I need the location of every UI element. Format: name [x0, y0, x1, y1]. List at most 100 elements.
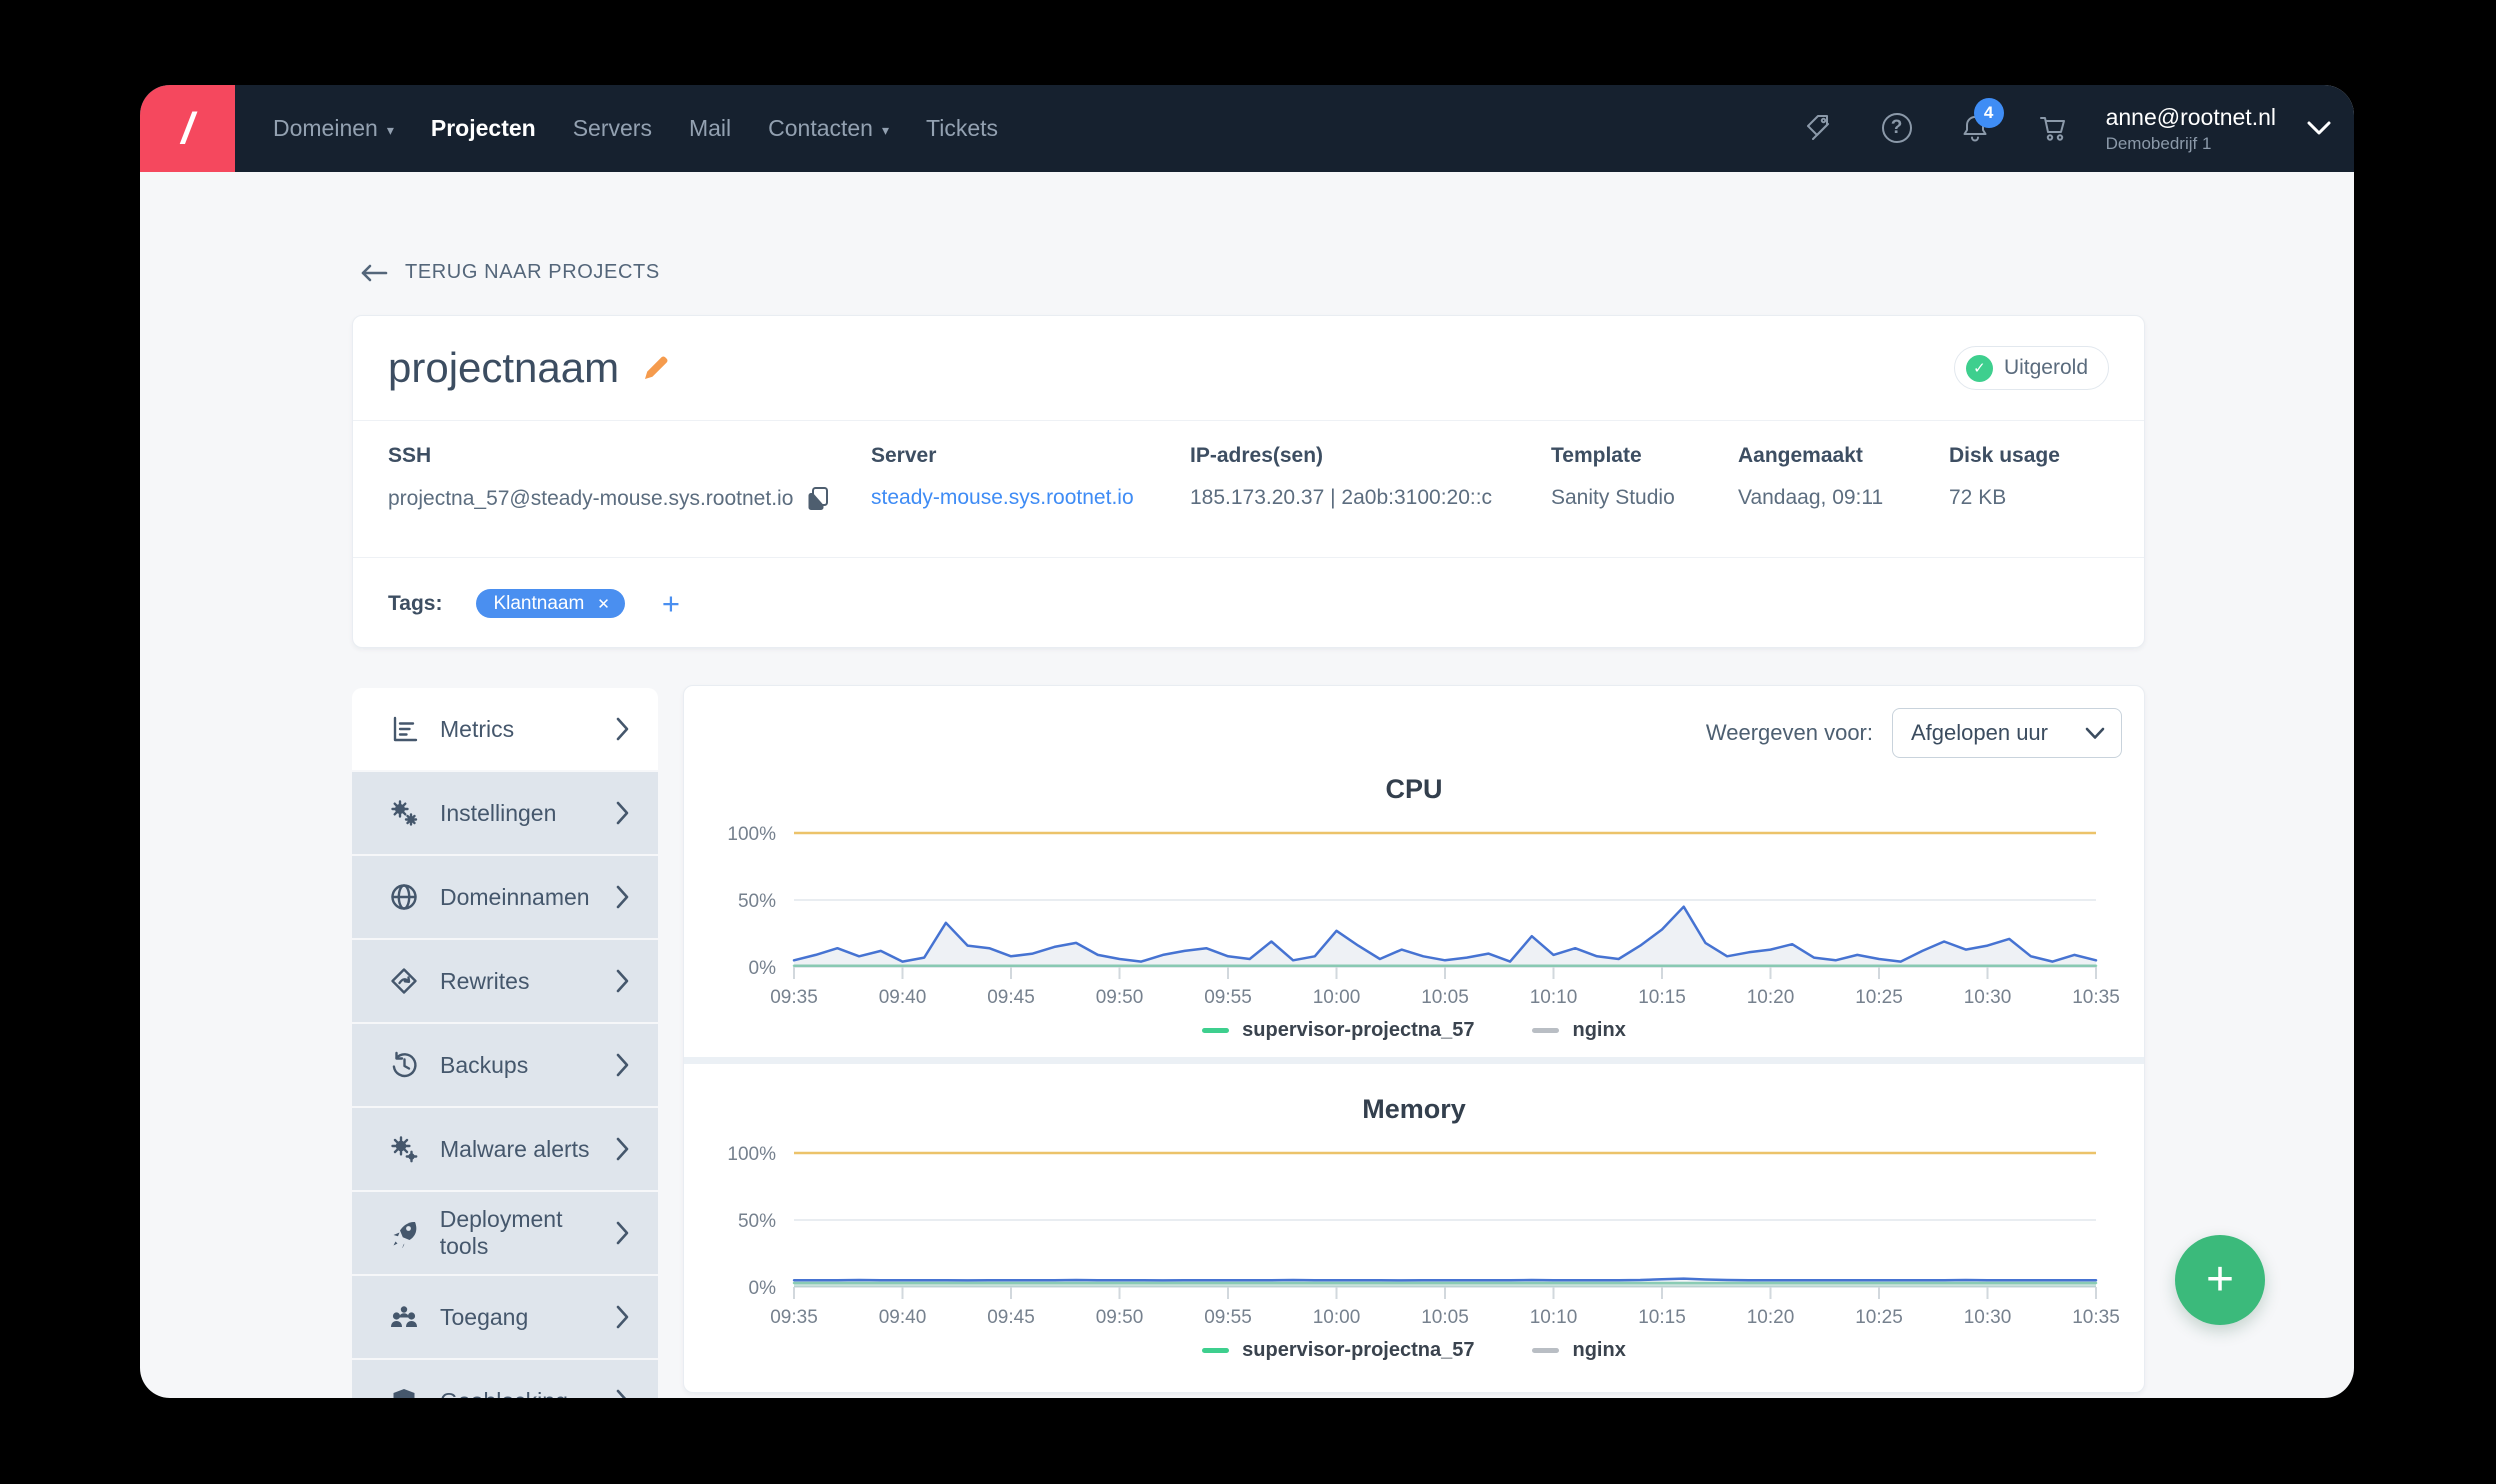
cpu-chart-title: CPU — [1385, 774, 1443, 804]
help-icon[interactable]: ? — [1880, 111, 1914, 145]
sidebar-item-deployment-tools[interactable]: Deployment tools — [352, 1192, 658, 1274]
nav-item-servers[interactable]: Servers — [573, 115, 652, 142]
shield-icon — [388, 1385, 420, 1398]
svg-text:09:40: 09:40 — [879, 987, 927, 1008]
svg-text:10:25: 10:25 — [1855, 987, 1903, 1008]
svg-text:50%: 50% — [738, 1211, 776, 1232]
copy-icon[interactable] — [806, 486, 830, 512]
sidebar-item-backups[interactable]: Backups — [352, 1024, 658, 1106]
svg-text:10:10: 10:10 — [1530, 987, 1578, 1008]
tag-chip[interactable]: Klantnaam ✕ — [476, 589, 625, 618]
svg-text:09:45: 09:45 — [987, 987, 1035, 1008]
info-col-disk: Disk usage 72 KB — [1949, 444, 2109, 557]
svg-text:09:45: 09:45 — [987, 1307, 1035, 1328]
memory-chart-legend: supervisor-projectna_57 nginx — [684, 1335, 2144, 1365]
project-title-row: projectnaam ✓ Uitgerold — [353, 316, 2144, 421]
back-link[interactable]: TERUG NAAR PROJECTS — [360, 261, 660, 284]
chevron-right-icon — [616, 969, 630, 993]
arrow-left-icon — [361, 264, 388, 281]
main-menu: Domeinen ▾ Projecten Servers Mail Contac… — [273, 115, 998, 142]
nav-item-contacten[interactable]: Contacten ▾ — [768, 115, 889, 142]
svg-text:10:05: 10:05 — [1421, 1307, 1469, 1328]
svg-text:10:05: 10:05 — [1421, 987, 1469, 1008]
sidebar-item-instellingen[interactable]: Instellingen — [352, 772, 658, 854]
cpu-chart-section: CPU 100% 50% 0% 09:35 09:40 09:45 09:50 09:55 10… — [684, 774, 2144, 1064]
svg-text:10:20: 10:20 — [1747, 1307, 1795, 1328]
nav-item-domeinen[interactable]: Domeinen ▾ — [273, 115, 394, 142]
chevron-right-icon — [616, 1053, 630, 1077]
cpu-chart-legend: supervisor-projectna_57 nginx — [684, 1015, 2144, 1045]
rocket-icon — [388, 1217, 420, 1249]
chevron-right-icon — [616, 717, 630, 741]
svg-text:10:00: 10:00 — [1313, 1307, 1361, 1328]
back-link-label: TERUG NAAR PROJECTS — [405, 261, 660, 283]
account-email: anne@rootnet.nl — [2105, 103, 2276, 130]
app-window: / Domeinen ▾ Projecten Servers Mail Cont… — [140, 85, 2354, 1398]
cpu-chart-canvas: 100% 50% 0% 09:35 09:40 09:45 09:50 09:55 10:00 1… — [727, 824, 2119, 1008]
svg-text:100%: 100% — [727, 1144, 776, 1165]
legend-item: nginx — [1532, 1019, 1626, 1042]
memory-chart-title: Memory — [1362, 1094, 1466, 1124]
sidebar-item-rewrites[interactable]: Rewrites — [352, 940, 658, 1022]
chevron-right-icon — [616, 1305, 630, 1329]
nav-item-tickets[interactable]: Tickets — [926, 115, 998, 142]
sidebar-item-toegang[interactable]: Toegang — [352, 1276, 658, 1358]
tag-label: Klantnaam — [493, 592, 585, 614]
timerange-select[interactable]: Afgelopen uur — [1892, 708, 2122, 758]
svg-text:09:50: 09:50 — [1096, 987, 1144, 1008]
disk-usage-value: 72 KB — [1949, 486, 2007, 509]
ssh-value: projectna_57@steady-mouse.sys.rootnet.io — [388, 487, 794, 510]
tags-label: Tags: — [388, 591, 443, 615]
malware-icon — [388, 1133, 420, 1165]
svg-text:10:00: 10:00 — [1313, 987, 1361, 1008]
svg-text:10:30: 10:30 — [1964, 987, 2012, 1008]
metrics-chart-icon — [388, 713, 420, 745]
globe-icon — [388, 881, 420, 913]
svg-text:09:40: 09:40 — [879, 1307, 927, 1328]
sidebar-item-malware-alerts[interactable]: Malware alerts — [352, 1108, 658, 1190]
account-company: Demobedrijf 1 — [2105, 133, 2212, 153]
status-badge: ✓ Uitgerold — [1953, 346, 2109, 390]
tags-icon[interactable] — [1802, 111, 1836, 145]
cart-icon[interactable] — [2036, 111, 2070, 145]
chevron-right-icon — [616, 1389, 630, 1398]
caret-down-icon: ▾ — [881, 121, 890, 138]
sidebar-item-geoblocking[interactable]: Geoblocking — [352, 1360, 658, 1398]
edit-icon[interactable] — [641, 353, 671, 383]
svg-text:10:15: 10:15 — [1638, 1307, 1686, 1328]
legend-dash — [1532, 1347, 1560, 1353]
add-tag-button[interactable]: + — [662, 588, 680, 619]
nav-item-projecten[interactable]: Projecten — [431, 115, 536, 142]
memory-chart-section: Memory 100% 50% 0% 09:35 09:40 09:45 09:50 09:5… — [684, 1094, 2144, 1365]
chevron-right-icon — [616, 1221, 630, 1245]
legend-dash — [1532, 1027, 1560, 1033]
server-link[interactable]: steady-mouse.sys.rootnet.io — [871, 486, 1190, 510]
svg-text:50%: 50% — [738, 891, 776, 912]
info-col-server: Server steady-mouse.sys.rootnet.io — [871, 444, 1190, 557]
timerange-value: Afgelopen uur — [1911, 720, 2048, 745]
top-nav: / Domeinen ▾ Projecten Servers Mail Cont… — [140, 85, 2354, 172]
legend-dash — [1202, 1347, 1230, 1353]
info-col-ssh: SSH projectna_57@steady-mouse.sys.rootne… — [388, 444, 871, 557]
sidebar-item-domeinnamen[interactable]: Domeinnamen — [352, 856, 658, 938]
legend-item: supervisor-projectna_57 — [1202, 1339, 1474, 1362]
add-project-button[interactable]: + — [2175, 1235, 2265, 1325]
info-col-created: Aangemaakt Vandaag, 09:11 — [1738, 444, 1949, 557]
nav-icons: ? 4 — [1802, 98, 2070, 145]
nav-item-mail[interactable]: Mail — [689, 115, 731, 142]
remove-tag-icon[interactable]: ✕ — [597, 595, 610, 613]
account-chevron-down-icon[interactable] — [2306, 120, 2332, 136]
info-col-template: Template Sanity Studio — [1551, 444, 1738, 557]
chevron-right-icon — [616, 1137, 630, 1161]
screen-background: / Domeinen ▾ Projecten Servers Mail Cont… — [0, 0, 2496, 1484]
history-restore-icon — [388, 1049, 420, 1081]
svg-text:10:20: 10:20 — [1747, 987, 1795, 1008]
sidebar-item-metrics[interactable]: Metrics — [352, 688, 658, 770]
notifications-bell-icon[interactable]: 4 — [1958, 98, 2004, 145]
svg-text:10:10: 10:10 — [1530, 1307, 1578, 1328]
brand-logo[interactable]: / — [140, 85, 235, 172]
legend-item: supervisor-projectna_57 — [1202, 1019, 1474, 1042]
timerange-filter-row: Weergeven voor: Afgelopen uur — [684, 686, 2144, 758]
account-menu[interactable]: anne@rootnet.nl Demobedrijf 1 — [2106, 104, 2276, 154]
gears-icon — [388, 797, 420, 829]
